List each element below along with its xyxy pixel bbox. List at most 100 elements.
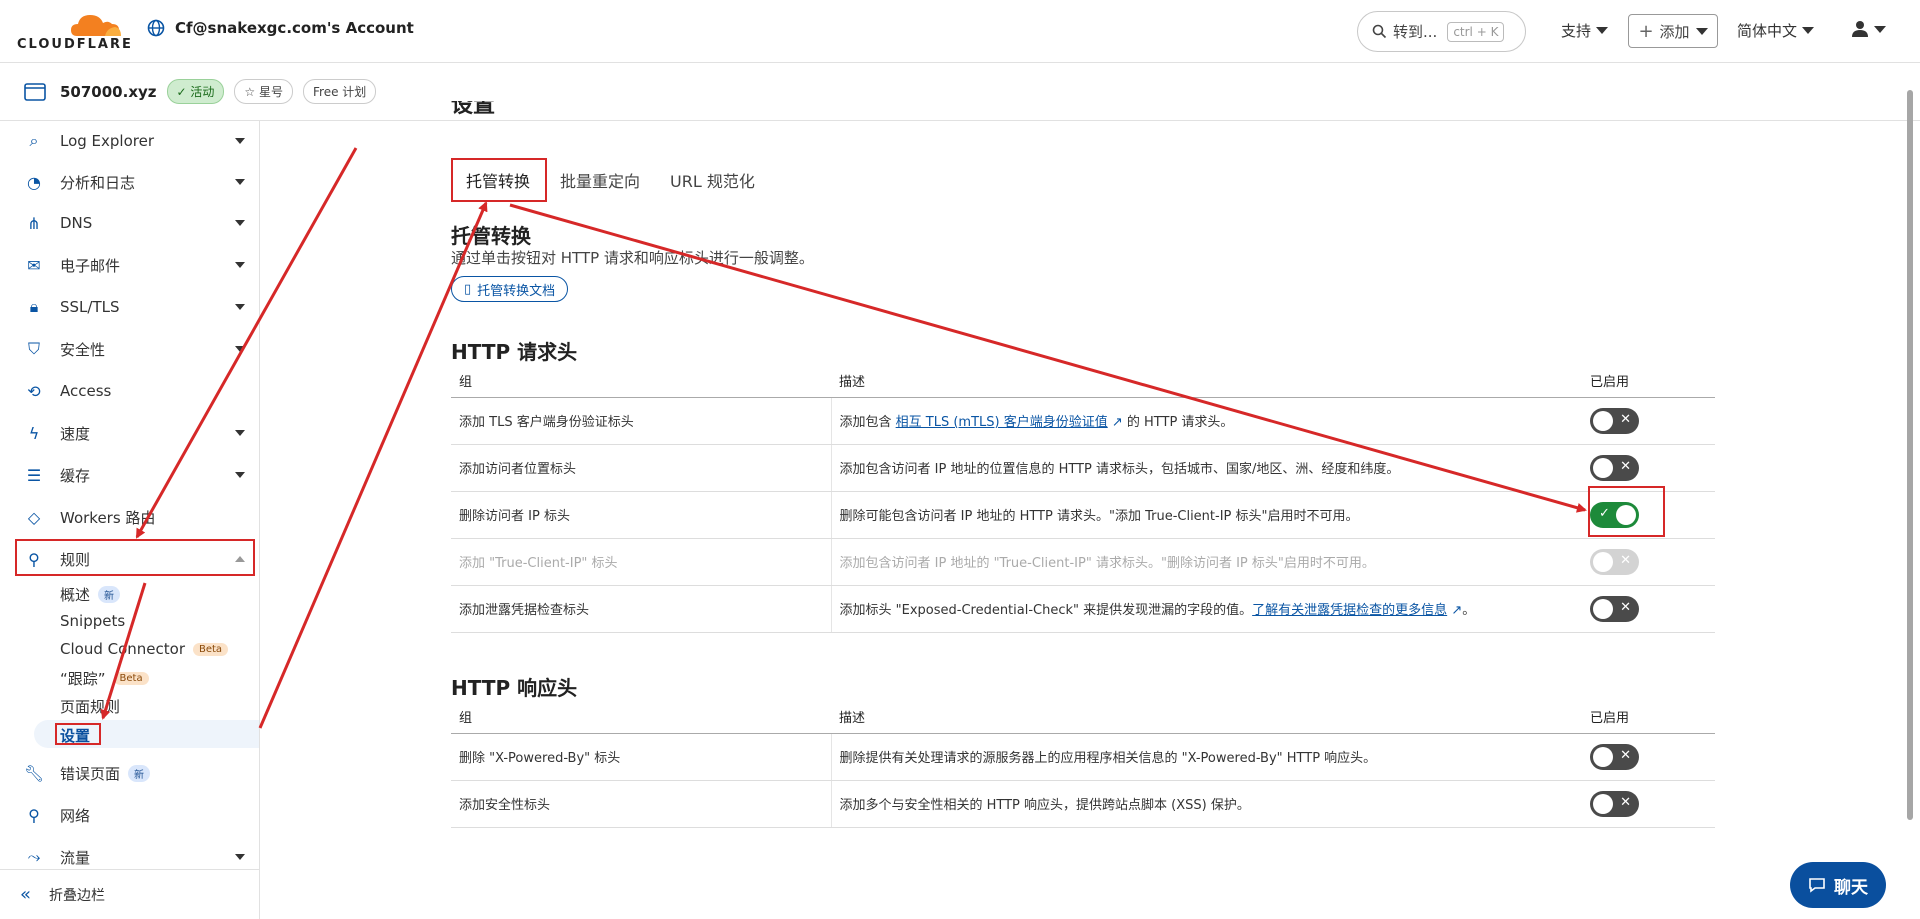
- toggle-knob: [1593, 551, 1613, 572]
- access-icon: ⟲: [27, 381, 41, 401]
- plus-icon: +: [1638, 20, 1654, 42]
- sidebar-item-network[interactable]: ⚲ 网络: [0, 795, 259, 835]
- table-row: 添加 TLS 客户端身份验证标头 添加包含 相互 TLS (mTLS) 客户端身…: [451, 397, 1715, 445]
- location-pin-icon: ⚲: [28, 805, 40, 825]
- sidebar-subitem-page-rules[interactable]: 页面规则: [60, 696, 120, 717]
- collapse-sidebar-button[interactable]: « 折叠边栏: [0, 869, 259, 919]
- cloudflare-logo[interactable]: CLOUDFLARE: [17, 12, 131, 52]
- chevron-down-icon: [235, 854, 245, 860]
- status-label: 活动: [190, 85, 215, 99]
- star-button[interactable]: ☆ 星号: [234, 79, 293, 104]
- sidebar-item-label: 速度: [60, 424, 91, 443]
- col-desc-header: 描述: [831, 700, 1584, 734]
- subitem-label: Cloud Connector: [60, 640, 185, 658]
- section-title: 托管转换: [451, 224, 531, 248]
- website-icon: [24, 82, 46, 101]
- response-headers-title: HTTP 响应头: [451, 676, 578, 700]
- sidebar-item-label: SSL/TLS: [60, 298, 120, 316]
- language-label: 简体中文: [1737, 22, 1798, 40]
- x-icon: ✕: [1620, 794, 1631, 810]
- table-row: 添加 "True-Client-IP" 标头 添加包含访问者 IP 地址的 "T…: [451, 538, 1715, 586]
- sidebar-item-security[interactable]: ⛉ 安全性: [0, 329, 259, 369]
- col-desc-header: 描述: [831, 364, 1584, 398]
- chevron-down-icon: [235, 430, 245, 436]
- learn-more-link[interactable]: 了解有关泄露凭据检查的更多信息: [1252, 603, 1447, 618]
- col-enabled-header: 已启用: [1584, 364, 1715, 398]
- sidebar-item-log-explorer[interactable]: ⌕ Log Explorer: [0, 121, 259, 161]
- desc-text: 的 HTTP 请求头。: [1122, 415, 1234, 430]
- sidebar-item-workers-routes[interactable]: ◇ Workers 路由: [0, 497, 259, 537]
- sidebar-item-email[interactable]: ✉ 电子邮件: [0, 245, 259, 285]
- add-label: 添加: [1659, 22, 1690, 41]
- tab-bulk-redirects[interactable]: 批量重定向: [545, 158, 655, 202]
- workers-icon: ◇: [27, 507, 41, 527]
- sidebar-item-analytics[interactable]: ◔ 分析和日志: [0, 162, 259, 202]
- support-menu[interactable]: 支持: [1561, 20, 1609, 41]
- plan-badge[interactable]: Free 计划: [303, 79, 377, 104]
- sidebar-item-ssl-tls[interactable]: 🔒︎ SSL/TLS: [0, 287, 259, 327]
- row-group: 添加安全性标头: [451, 780, 832, 828]
- x-icon: ✕: [1620, 747, 1631, 763]
- chevron-down-icon: [235, 472, 245, 478]
- sidebar-subitem-cloud-connector[interactable]: Cloud Connector Beta: [60, 640, 229, 658]
- user-icon: [1852, 21, 1868, 37]
- sidebar-item-dns[interactable]: ⋔ DNS: [0, 203, 259, 243]
- sidebar-subitem-overview[interactable]: 概述 新: [60, 584, 121, 605]
- zone-name[interactable]: 507000.xyz: [60, 83, 157, 101]
- toggle-switch[interactable]: ✕: [1590, 743, 1639, 770]
- toggle-knob: [1593, 410, 1613, 431]
- subitem-label: Snippets: [60, 612, 126, 630]
- toggle-switch[interactable]: ✕: [1590, 407, 1639, 434]
- toggle-switch[interactable]: ✕: [1590, 454, 1639, 481]
- row-group: 删除 "X-Powered-By" 标头: [451, 733, 832, 781]
- annotation-box-settings: [55, 723, 101, 745]
- lock-icon: 🔒︎: [29, 297, 39, 316]
- star-label: 星号: [258, 85, 283, 99]
- sidebar-subitem-trace[interactable]: “跟踪” Beta: [60, 668, 149, 689]
- external-link-icon: ↗: [1111, 415, 1123, 430]
- mtls-link[interactable]: 相互 TLS (mTLS) 客户端身份验证值: [896, 415, 1108, 430]
- sidebar-item-caching[interactable]: ☰ 缓存: [0, 455, 259, 495]
- row-toggle-cell: ✕: [1584, 397, 1715, 445]
- toggle-switch[interactable]: ✕: [1590, 595, 1639, 622]
- add-button[interactable]: + 添加: [1628, 14, 1718, 48]
- desc-text: 。: [1462, 603, 1476, 618]
- status-badge: ✓ 活动: [166, 79, 225, 104]
- sidebar-item-label: 缓存: [60, 466, 91, 485]
- chat-button[interactable]: 聊天: [1790, 862, 1886, 908]
- double-chevron-left-icon: «: [20, 884, 32, 905]
- user-menu[interactable]: [1851, 20, 1886, 38]
- external-link-icon: ↗: [1451, 603, 1463, 618]
- desc-text: 添加包含: [839, 415, 896, 430]
- row-toggle-cell: ✕: [1584, 585, 1715, 633]
- language-menu[interactable]: 简体中文: [1737, 20, 1815, 41]
- subitem-label: 概述: [60, 586, 91, 604]
- sidebar-item-error-pages[interactable]: 🔧︎ 错误页面 新: [0, 753, 259, 793]
- chevron-down-icon: [235, 304, 245, 310]
- row-group: 删除访问者 IP 标头: [451, 491, 832, 539]
- sidebar-item-label: 网络: [60, 806, 91, 825]
- sidebar: ⌕ Log Explorer ◔ 分析和日志 ⋔ DNS ✉ 电子邮件 🔒︎ S…: [0, 121, 260, 919]
- sidebar-item-label: DNS: [60, 214, 93, 232]
- sidebar-subitem-snippets[interactable]: Snippets: [60, 612, 125, 630]
- row-desc: 添加包含 相互 TLS (mTLS) 客户端身份验证值 ↗ 的 HTTP 请求头…: [831, 397, 1584, 445]
- toggle-knob: [1593, 746, 1613, 767]
- chat-label: 聊天: [1834, 877, 1868, 898]
- docs-button[interactable]: ▯ 托管转换文档: [451, 276, 569, 302]
- tab-url-normalization[interactable]: URL 规范化: [655, 158, 770, 202]
- account-switcher[interactable]: Cf@snakexgc.com's Account: [147, 19, 414, 37]
- row-group: 添加泄露凭据检查标头: [451, 585, 832, 633]
- sidebar-item-access[interactable]: ⟲ Access: [0, 371, 259, 411]
- page-scrollbar[interactable]: [1907, 90, 1913, 820]
- toggle-switch[interactable]: ✕: [1590, 790, 1639, 817]
- sidebar-item-label: 错误页面: [60, 764, 121, 783]
- request-headers-title: HTTP 请求头: [451, 340, 578, 364]
- sidebar-item-label: 电子邮件: [60, 256, 121, 275]
- lightning-icon: ϟ: [28, 423, 40, 443]
- sidebar-item-label: 流量: [60, 848, 91, 867]
- desc-text: 添加标头 "Exposed-Credential-Check" 来提供发现泄漏的…: [839, 603, 1253, 618]
- sidebar-item-speed[interactable]: ϟ 速度: [0, 413, 259, 453]
- book-icon: ▯: [464, 281, 472, 297]
- search-button[interactable]: 转到... ctrl + K: [1357, 11, 1526, 52]
- dns-tree-icon: ⋔: [27, 213, 41, 233]
